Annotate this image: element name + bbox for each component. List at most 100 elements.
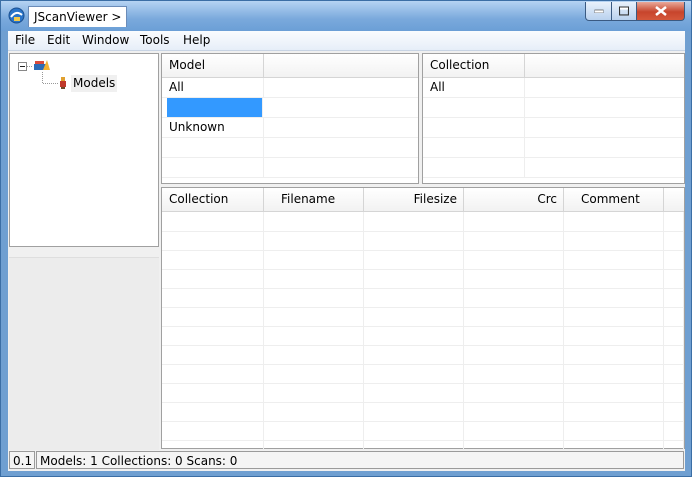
- empty-cell: [664, 364, 684, 383]
- table-row[interactable]: [162, 364, 684, 384]
- empty-cell: [664, 383, 684, 402]
- empty-cell: [364, 383, 464, 402]
- empty-cell: [564, 231, 664, 250]
- table-row[interactable]: [162, 231, 684, 251]
- table-row[interactable]: [162, 383, 684, 403]
- collection-cell: All: [423, 78, 525, 97]
- table-row[interactable]: [162, 212, 684, 232]
- empty-cell: [264, 345, 364, 364]
- empty-cell: [162, 402, 264, 421]
- empty-cell: [664, 345, 684, 364]
- empty-cell: [364, 345, 464, 364]
- empty-cell: [564, 307, 664, 326]
- table-row[interactable]: [162, 138, 418, 158]
- table-row[interactable]: [162, 307, 684, 327]
- app-window: JScanViewer > File Edit Window Tools Hel…: [0, 0, 692, 477]
- empty-cell: [464, 250, 564, 269]
- empty-cell: [664, 307, 684, 326]
- maximize-button[interactable]: [611, 2, 637, 21]
- empty-cell: [464, 421, 564, 440]
- empty-cell: [464, 383, 564, 402]
- table-row[interactable]: [162, 326, 684, 346]
- empty-cell: [364, 250, 464, 269]
- empty-cell: [364, 326, 464, 345]
- empty-cell: [162, 307, 264, 326]
- table-row[interactable]: [162, 158, 418, 178]
- empty-cell: [264, 118, 419, 137]
- model-cell: [162, 158, 264, 177]
- empty-cell: [564, 421, 664, 440]
- empty-cell: [264, 138, 419, 157]
- empty-cell: [664, 288, 684, 307]
- close-button[interactable]: [636, 2, 685, 21]
- collection-table[interactable]: Collection All: [422, 53, 685, 184]
- empty-cell: [564, 212, 664, 231]
- column-header-crc[interactable]: Crc: [464, 188, 564, 211]
- collection-cell: [423, 118, 525, 137]
- empty-cell: [162, 364, 264, 383]
- column-header-filename[interactable]: Filename: [264, 188, 364, 211]
- empty-cell: [162, 345, 264, 364]
- tree-node-models[interactable]: Models: [71, 75, 118, 92]
- empty-cell: [464, 402, 564, 421]
- scans-table[interactable]: Collection Filename Filesize Crc Comment: [161, 187, 685, 460]
- empty-cell: [564, 383, 664, 402]
- minimize-button[interactable]: [585, 2, 612, 21]
- table-row-selected[interactable]: [162, 98, 418, 118]
- column-header-collection[interactable]: Collection: [162, 188, 264, 211]
- table-row[interactable]: All: [423, 78, 684, 98]
- app-icon: [8, 7, 25, 24]
- window-title: JScanViewer >: [28, 6, 128, 27]
- table-row[interactable]: [423, 98, 684, 118]
- model-cell: [167, 98, 263, 117]
- column-header-comment[interactable]: Comment: [564, 188, 664, 211]
- empty-cell: [564, 269, 664, 288]
- menu-window[interactable]: Window: [82, 33, 129, 48]
- table-row[interactable]: All: [162, 78, 418, 98]
- empty-cell: [364, 288, 464, 307]
- table-row[interactable]: [162, 345, 684, 365]
- empty-cell: [264, 212, 364, 231]
- menu-edit[interactable]: Edit: [47, 33, 70, 48]
- model-table[interactable]: Model All Unknown: [161, 53, 419, 184]
- empty-cell: [364, 212, 464, 231]
- empty-cell: [525, 138, 685, 157]
- empty-cell: [162, 250, 264, 269]
- table-row[interactable]: [162, 250, 684, 270]
- empty-cell: [364, 231, 464, 250]
- empty-cell: [464, 307, 564, 326]
- table-row[interactable]: [162, 402, 684, 422]
- empty-cell: [264, 364, 364, 383]
- menu-help[interactable]: Help: [183, 33, 210, 48]
- table-row[interactable]: Unknown: [162, 118, 418, 138]
- empty-cell: [464, 288, 564, 307]
- table-row[interactable]: [162, 421, 684, 441]
- empty-cell: [664, 231, 684, 250]
- menu-file[interactable]: File: [15, 33, 35, 48]
- table-row[interactable]: [162, 288, 684, 308]
- column-header-model[interactable]: Model: [162, 54, 264, 77]
- empty-cell: [264, 307, 364, 326]
- table-row[interactable]: [423, 158, 684, 178]
- empty-cell: [464, 326, 564, 345]
- model-cell: All: [162, 78, 264, 97]
- table-row[interactable]: [162, 269, 684, 289]
- empty-cell: [564, 250, 664, 269]
- empty-cell: [664, 250, 684, 269]
- empty-cell: [162, 231, 264, 250]
- close-icon: [654, 6, 667, 16]
- table-row[interactable]: [423, 138, 684, 158]
- tree-expand-toggle[interactable]: [18, 62, 27, 71]
- model-icon: [58, 76, 68, 93]
- collection-cell: [423, 138, 525, 157]
- column-header-filesize[interactable]: Filesize: [364, 188, 464, 211]
- empty-cell: [525, 78, 685, 97]
- menu-tools[interactable]: Tools: [140, 33, 170, 48]
- column-header-collection[interactable]: Collection: [423, 54, 525, 77]
- title-bar[interactable]: JScanViewer >: [1, 1, 691, 31]
- navigation-tree[interactable]: Models: [9, 53, 159, 247]
- empty-cell: [264, 78, 419, 97]
- table-row[interactable]: [423, 118, 684, 138]
- empty-cell: [162, 288, 264, 307]
- left-lower-panel: [9, 257, 159, 450]
